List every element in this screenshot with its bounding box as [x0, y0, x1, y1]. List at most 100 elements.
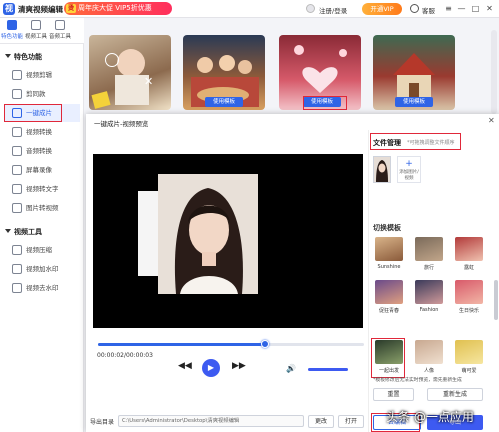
use-template-button[interactable]: 使用模板 [395, 97, 433, 107]
volume-icon[interactable]: 🔊 [286, 364, 296, 373]
reset-button[interactable]: 重置 [373, 388, 414, 401]
watermark-text: 头条 @一点应用 [386, 410, 474, 424]
add-media-label: 添加图片/视频 [399, 170, 419, 181]
app-title: 清爽视频编辑 [18, 5, 63, 14]
copy-icon [12, 89, 22, 99]
sidebar-item-video-to-text[interactable]: 视频转文字 [4, 180, 80, 198]
service-link[interactable]: 客服 [422, 5, 435, 15]
add-media-button[interactable]: + 添加图片/视频 [397, 156, 421, 183]
preview-photo [158, 174, 258, 294]
sidebar-item-compress[interactable]: 视频压缩 [4, 241, 80, 259]
login-link[interactable]: 注册/登录 [319, 5, 347, 15]
preview-frame-edge [138, 191, 158, 276]
highlight-box [371, 338, 405, 378]
close-icon[interactable]: ✕ [488, 116, 495, 125]
template-thumb[interactable] [375, 280, 403, 304]
app-logo: 视 [3, 3, 15, 15]
sidebar-item-screen-record[interactable]: 屏幕录像 [4, 161, 80, 179]
sidebar-item-same-style[interactable]: 剪同款 [4, 85, 80, 103]
volume-slider[interactable] [308, 368, 348, 371]
template-label: Sunshine [377, 264, 401, 270]
template-card[interactable]: 使用模板 [373, 35, 455, 110]
scrollbar[interactable] [491, 30, 497, 114]
highlight-box [370, 133, 461, 150]
section-featured[interactable]: 特色功能 [5, 52, 42, 62]
template-label: 露虹 [463, 265, 474, 271]
sidebar-item-audio-convert[interactable]: 音频转换 [4, 142, 80, 160]
caret-down-icon [5, 54, 11, 58]
template-label: 生日快乐 [458, 308, 479, 314]
section-label: 视频工具 [14, 228, 42, 236]
minimize-button[interactable]: — [456, 3, 467, 14]
previous-icon[interactable]: ◀◀ [178, 361, 192, 371]
scissors-icon [12, 70, 22, 80]
export-path-field[interactable]: C:\Users\Administrator\Desktop\清爽视频编辑 [118, 415, 304, 427]
headset-icon[interactable] [410, 4, 419, 13]
sidebar-item-label: 屏幕录像 [26, 166, 52, 174]
template-thumb[interactable] [455, 340, 483, 364]
caret-down-icon [5, 229, 11, 233]
mic-icon [12, 146, 22, 156]
music-icon [55, 20, 65, 30]
vip-button[interactable]: 开通VIP [362, 3, 402, 15]
sidebar-item-label: 视频剪辑 [26, 71, 52, 79]
video-icon [31, 20, 41, 30]
template-label: 旅行 [423, 265, 434, 271]
regenerate-button[interactable]: 重新生成 [427, 388, 483, 401]
portrait-image [158, 174, 258, 294]
template-note: *模板修改后无法实时预览，需先重新生成 [373, 378, 462, 383]
section-video-tools[interactable]: 视频工具 [5, 227, 42, 237]
template-thumb[interactable] [375, 237, 403, 261]
open-button[interactable]: 打开 [338, 415, 364, 428]
scrollbar[interactable] [494, 280, 498, 320]
highlight-box [303, 96, 347, 110]
file-thumbnail-image [374, 157, 390, 182]
template-thumb[interactable] [455, 280, 483, 304]
promo-text: 周年庆大促 VIP5折优惠 [78, 4, 152, 12]
use-template-button[interactable]: 使用模板 [205, 97, 243, 107]
sidebar: 特色功能 视频剪辑 剪同款 一键成片 视频转换 音频转换 屏幕录像 视频转文字 … [0, 44, 84, 432]
template-card[interactable]: 使用模板 [183, 35, 265, 110]
template-thumb[interactable] [415, 340, 443, 364]
template-thumb[interactable] [415, 237, 443, 261]
sidebar-item-remove-watermark[interactable]: 视频去水印 [4, 279, 80, 297]
sidebar-item-image-to-video[interactable]: 图片转视频 [4, 199, 80, 217]
highlight-box [4, 104, 62, 122]
template-card[interactable]: ✕ [89, 35, 171, 110]
template-thumbnail [91, 49, 149, 109]
tab-featured[interactable]: 特色功能 [1, 20, 23, 40]
eraser-icon [12, 283, 22, 293]
category-toolbar: 特色功能 视频工具 音频工具 [0, 18, 84, 44]
play-button[interactable]: ▶ [202, 359, 220, 377]
sidebar-item-video-edit[interactable]: 视频剪辑 [4, 66, 80, 84]
sidebar-item-label: 视频转文字 [26, 185, 59, 193]
template-thumb[interactable] [455, 237, 483, 261]
user-avatar-icon[interactable] [306, 4, 315, 13]
template-label: 促狂青春 [378, 308, 399, 314]
template-thumb[interactable] [415, 280, 443, 304]
close-window-button[interactable]: ✕ [484, 3, 495, 14]
sidebar-item-label: 视频压缩 [26, 246, 52, 254]
watermark-icon [12, 264, 22, 274]
switch-template-title: 切换模板 [373, 224, 401, 232]
promo-tag: 烫 [66, 4, 76, 13]
close-icon: ✕ [144, 75, 154, 88]
right-panel: 文件管理 *可拖拽调整文件顺序 + 添加图片/视频 切换模板 Sunshine … [368, 130, 499, 432]
change-button[interactable]: 更改 [308, 415, 334, 428]
next-icon[interactable]: ▶▶ [232, 361, 246, 371]
sidebar-item-video-convert[interactable]: 视频转换 [4, 123, 80, 141]
template-label: 人像 [423, 368, 434, 374]
maximize-button[interactable]: □ [470, 3, 481, 14]
sidebar-item-label: 图片转视频 [26, 204, 59, 212]
promo-banner[interactable]: 烫 周年庆大促 VIP5折优惠 [64, 2, 172, 15]
search-icon [105, 53, 119, 67]
menu-icon[interactable]: ≡ [443, 3, 454, 14]
star-icon [7, 20, 17, 30]
sidebar-item-add-watermark[interactable]: 视频加水印 [4, 260, 80, 278]
tab-label: 音频工具 [49, 34, 72, 40]
file-thumbnail[interactable] [373, 156, 391, 183]
tab-video-tools[interactable]: 视频工具 [25, 20, 47, 40]
tab-audio-tools[interactable]: 音频工具 [49, 20, 71, 40]
progress-handle[interactable] [261, 340, 269, 348]
tab-label: 视频工具 [25, 34, 48, 40]
